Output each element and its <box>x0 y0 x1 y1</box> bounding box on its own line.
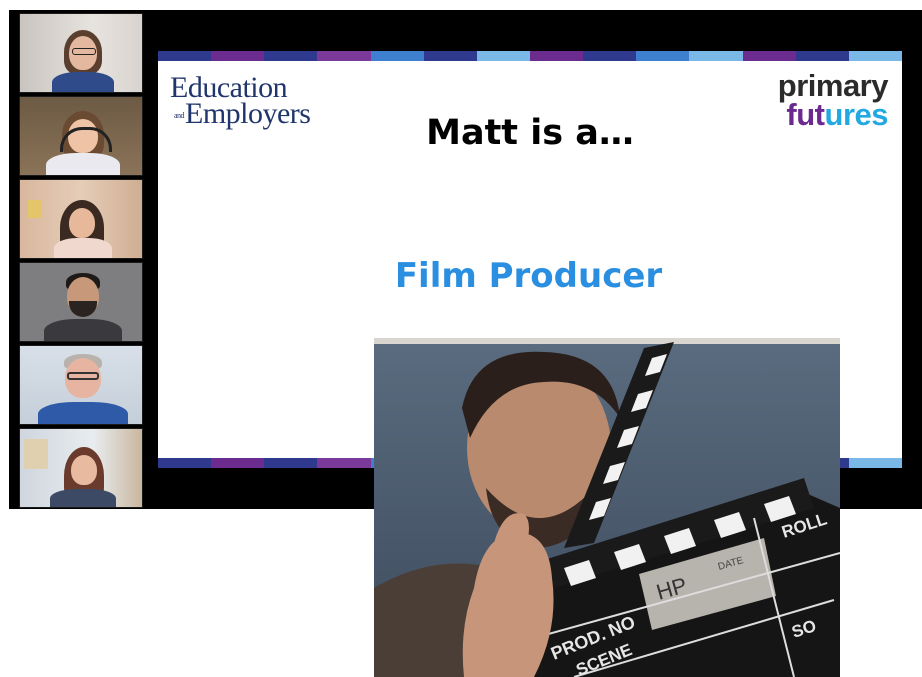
stripe-segment <box>848 51 902 61</box>
speaker-video[interactable]: HP DATE PROD. NO SCENE ROLL SO <box>374 338 840 677</box>
participant-tile[interactable] <box>19 428 143 508</box>
logo-right-line1: primary <box>777 68 889 103</box>
participant-tile[interactable] <box>19 179 143 259</box>
stripe-segment <box>529 51 584 61</box>
stripe-segment <box>636 51 690 61</box>
slide-answer: Film Producer <box>394 256 663 296</box>
participant-tile[interactable] <box>19 262 143 342</box>
stripe-segment <box>423 51 477 61</box>
stripe-segment <box>158 51 212 61</box>
stripe-segment <box>211 51 265 61</box>
stripe-segment <box>264 51 318 61</box>
stripe-segment <box>476 51 530 61</box>
stripe-segment <box>689 51 743 61</box>
stripe-segment <box>795 51 849 61</box>
stripe-segment <box>264 458 318 468</box>
stripe-segment <box>370 51 424 61</box>
slide-top-stripe <box>158 51 902 61</box>
participant-tile[interactable] <box>19 13 143 93</box>
participant-tile[interactable] <box>19 345 143 425</box>
stripe-segment <box>317 458 371 468</box>
stripe-segment <box>848 458 902 468</box>
stripe-segment <box>158 458 212 468</box>
participant-gallery <box>19 13 143 509</box>
speaker-video-frame: HP DATE PROD. NO SCENE ROLL SO <box>374 338 840 677</box>
participant-tile[interactable] <box>19 96 143 176</box>
slide-title: Matt is a… <box>426 113 634 153</box>
stripe-segment <box>211 458 265 468</box>
stripe-segment <box>317 51 371 61</box>
stripe-segment <box>742 51 796 61</box>
stripe-segment <box>583 51 637 61</box>
